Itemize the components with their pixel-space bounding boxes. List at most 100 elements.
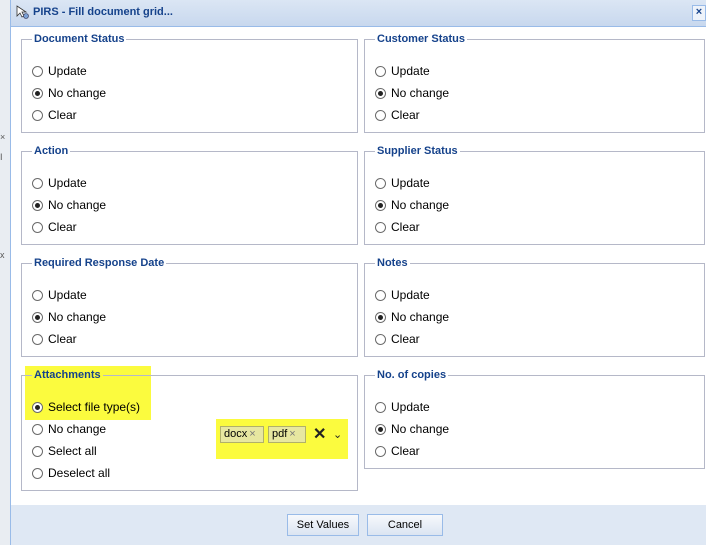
no-of-copies-update-option[interactable]: Update: [375, 397, 430, 417]
radio-button[interactable]: [32, 333, 43, 345]
radio-button[interactable]: [32, 289, 43, 301]
cancel-button[interactable]: Cancel: [367, 514, 443, 536]
remove-tag-icon[interactable]: ×: [249, 426, 255, 443]
radio-button[interactable]: [375, 221, 386, 233]
customer-status-group: Customer Status Update No change Clear: [364, 33, 705, 133]
radio-button[interactable]: [32, 221, 43, 233]
radio-button[interactable]: [32, 177, 43, 189]
remove-tag-icon[interactable]: ×: [289, 426, 295, 443]
background-fragment: I: [0, 152, 3, 162]
option-label: Update: [48, 64, 87, 78]
option-label: Update: [48, 288, 87, 302]
action-group: Action Update No change Clear: [21, 145, 358, 245]
document-status-update-option[interactable]: Update: [32, 61, 87, 81]
radio-button[interactable]: [375, 177, 386, 189]
file-type-tag-field[interactable]: docx × pdf × ✕ ⌄: [220, 425, 344, 445]
radio-button[interactable]: [32, 423, 43, 435]
option-label: Clear: [48, 332, 77, 346]
action-no-change-option[interactable]: No change: [32, 195, 106, 215]
notes-update-option[interactable]: Update: [375, 285, 430, 305]
attachments-deselect-all-option[interactable]: Deselect all: [32, 463, 110, 483]
notes-clear-option[interactable]: Clear: [375, 329, 420, 349]
attachments-select-file-types-option[interactable]: Select file type(s): [32, 397, 140, 417]
document-status-legend: Document Status: [34, 33, 125, 45]
file-type-tag-docx: docx ×: [220, 426, 264, 443]
close-button[interactable]: ×: [692, 5, 706, 21]
option-label: Clear: [48, 220, 77, 234]
option-label: Clear: [391, 444, 420, 458]
customer-status-no-change-option[interactable]: No change: [375, 83, 449, 103]
customer-status-update-option[interactable]: Update: [375, 61, 430, 81]
radio-button[interactable]: [32, 65, 43, 77]
required-response-date-no-change-option[interactable]: No change: [32, 307, 106, 327]
option-label: No change: [48, 422, 107, 436]
required-response-date-legend: Required Response Date: [34, 257, 165, 269]
radio-button[interactable]: [375, 87, 386, 99]
background-fragment: x: [0, 250, 5, 260]
radio-button[interactable]: [375, 65, 386, 77]
required-response-date-update-option[interactable]: Update: [32, 285, 87, 305]
option-label: Clear: [391, 332, 420, 346]
required-response-date-group: Required Response Date Update No change …: [21, 257, 358, 357]
radio-button[interactable]: [32, 311, 43, 323]
cursor-settings-icon: [16, 5, 29, 19]
option-label: No change: [391, 422, 450, 436]
action-update-option[interactable]: Update: [32, 173, 87, 193]
option-label: Update: [391, 64, 430, 78]
radio-button[interactable]: [32, 401, 43, 413]
option-label: No change: [48, 86, 107, 100]
notes-no-change-option[interactable]: No change: [375, 307, 449, 327]
option-label: No change: [391, 310, 450, 324]
radio-button[interactable]: [32, 467, 43, 479]
tag-label: pdf: [272, 428, 288, 440]
chevron-down-icon[interactable]: ⌄: [333, 427, 342, 443]
supplier-status-group: Supplier Status Update No change Clear: [364, 145, 705, 245]
dialog-body: Document Status Update No change Clear C…: [11, 27, 706, 505]
action-legend: Action: [34, 145, 69, 157]
file-type-tag-pdf: pdf ×: [268, 426, 306, 443]
supplier-status-update-option[interactable]: Update: [375, 173, 430, 193]
option-label: Clear: [391, 220, 420, 234]
no-of-copies-no-change-option[interactable]: No change: [375, 419, 449, 439]
option-label: No change: [48, 198, 107, 212]
radio-button[interactable]: [375, 199, 386, 211]
option-label: Select all: [48, 444, 97, 458]
no-of-copies-clear-option[interactable]: Clear: [375, 441, 420, 461]
radio-button[interactable]: [375, 333, 386, 345]
radio-button[interactable]: [32, 445, 43, 457]
attachments-select-all-option[interactable]: Select all: [32, 441, 97, 461]
radio-button[interactable]: [375, 311, 386, 323]
supplier-status-no-change-option[interactable]: No change: [375, 195, 449, 215]
radio-button[interactable]: [32, 87, 43, 99]
radio-button[interactable]: [32, 109, 43, 121]
document-status-clear-option[interactable]: Clear: [32, 105, 77, 125]
clear-all-icon[interactable]: ✕: [313, 425, 326, 445]
set-values-button[interactable]: Set Values: [287, 514, 359, 536]
document-status-no-change-option[interactable]: No change: [32, 83, 106, 103]
radio-button[interactable]: [375, 401, 386, 413]
option-label: Update: [48, 176, 87, 190]
radio-button[interactable]: [375, 445, 386, 457]
dialog-window: PIRS - Fill document grid... × Document …: [10, 0, 706, 545]
document-status-group: Document Status Update No change Clear: [21, 33, 358, 133]
customer-status-legend: Customer Status: [377, 33, 466, 45]
radio-button[interactable]: [375, 289, 386, 301]
notes-group: Notes Update No change Clear: [364, 257, 705, 357]
required-response-date-clear-option[interactable]: Clear: [32, 329, 77, 349]
no-of-copies-group: No. of copies Update No change Clear: [364, 369, 705, 469]
no-of-copies-legend: No. of copies: [377, 369, 447, 381]
radio-button[interactable]: [375, 423, 386, 435]
option-label: Deselect all: [48, 466, 111, 480]
attachments-no-change-option[interactable]: No change: [32, 419, 106, 439]
supplier-status-clear-option[interactable]: Clear: [375, 217, 420, 237]
option-label: Clear: [48, 108, 77, 122]
option-label: Select file type(s): [48, 400, 141, 414]
action-clear-option[interactable]: Clear: [32, 217, 77, 237]
title-bar[interactable]: PIRS - Fill document grid... ×: [11, 0, 706, 27]
radio-button[interactable]: [375, 109, 386, 121]
customer-status-clear-option[interactable]: Clear: [375, 105, 420, 125]
radio-button[interactable]: [32, 199, 43, 211]
supplier-status-legend: Supplier Status: [377, 145, 458, 157]
notes-legend: Notes: [377, 257, 408, 269]
option-label: No change: [48, 310, 107, 324]
